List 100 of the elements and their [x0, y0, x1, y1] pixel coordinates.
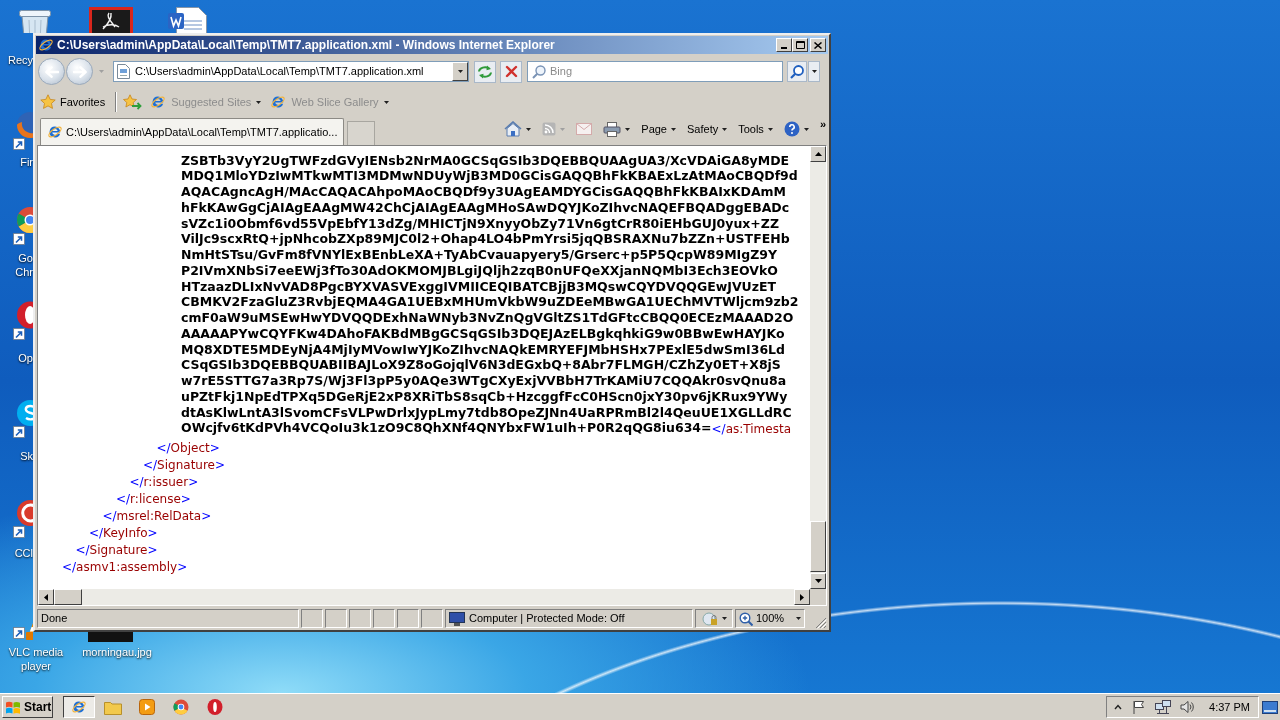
refresh-icon — [477, 64, 493, 79]
encoded-text-line: NmHtSTsu/GvFm8fVNYlExBEnbLeXA+TyAbCvauapyery5/Grserc+p5P5QcpW89MIgZ9Y — [181, 246, 777, 264]
help-icon — [783, 121, 800, 137]
browser-tab[interactable]: C:\Users\admin\AppData\Local\Temp\TMT7.applicatio... — [40, 118, 345, 145]
star-add-icon — [122, 94, 142, 110]
horizontal-scrollbar[interactable] — [38, 589, 810, 605]
screen-icon — [1262, 700, 1278, 714]
encoded-text-line: OWcjfv6tKdPVh4VCQoIu3k1zO9C8QhXNf4QNYbxFW1uIh+P0R2qQG8iu634= — [181, 420, 712, 438]
encoded-text-line: CSqGSIb3DQEBBQUABIIBAJLoX9Z8oGojqlV6N3dEGxbQ+8Abr7FLMGH/CZhZy0ET+X8jS — [181, 357, 781, 375]
e-logo-icon — [47, 124, 63, 140]
ring-logo-icon — [207, 699, 223, 715]
encoded-text-line: HTzaazDLIxNvVAD8PgcBYXVASVExggIVMIICEQIBATCBjjB3MQswCQYDVQQGEwJVUzET — [181, 278, 777, 296]
protected-mode-button[interactable] — [695, 609, 733, 628]
xml-closing-tag: </Signature> — [143, 456, 226, 474]
right-arrow-icon — [800, 593, 804, 601]
e-logo-icon — [71, 699, 87, 715]
address-field[interactable]: C:\Users\admin\AppData\Local\Temp\TMT7.application.xml — [113, 61, 469, 82]
search-field[interactable]: Bing — [527, 61, 783, 82]
status-panel — [421, 609, 443, 628]
menu-button[interactable]: Tools — [738, 119, 773, 139]
window-title: C:\Users\admin\AppData\Local\Temp\TMT7.application.xml - Windows Internet Explorer — [57, 37, 555, 54]
search-button[interactable] — [787, 61, 807, 82]
print-button[interactable] — [603, 119, 631, 139]
folder-icon — [104, 699, 122, 715]
scrollbar-corner — [810, 589, 826, 605]
e-logo-icon — [270, 94, 287, 110]
desktop-icon-label[interactable]: Fir — [20, 155, 33, 169]
encoded-text-line: dtAsKlwLntA3lSvomCFsVLPwDrlxJypLmy7tdb8OpeZJNn4UaRPRmBl2l4QeuUE1XGLLdRC — [181, 404, 792, 422]
star-icon — [40, 94, 56, 110]
scroll-right-button[interactable] — [794, 589, 810, 605]
home-icon — [504, 121, 523, 137]
close-icon — [814, 41, 822, 49]
e-logo-icon — [150, 94, 167, 110]
stop-button[interactable] — [500, 60, 522, 83]
status-panel — [325, 609, 347, 628]
vertical-scrollbar[interactable] — [810, 146, 826, 589]
more-commands-button[interactable]: » — [819, 119, 826, 130]
printer-icon — [603, 121, 622, 137]
scroll-up-button[interactable] — [810, 146, 826, 162]
encoded-text-line: sVZc1i0Obmf6vd55VpEbfY13dZg/MHICTjN9XnyyObZy71Vn6gtCrR80iEHbGUJ0yux+ZZ — [181, 215, 779, 233]
left-arrow-icon — [44, 593, 48, 601]
flag-icon[interactable] — [1132, 700, 1147, 714]
show-desktop-button[interactable] — [1262, 699, 1278, 715]
zoom-icon — [739, 611, 753, 626]
scrollbar-thumb[interactable] — [810, 521, 826, 572]
scroll-down-button[interactable] — [810, 573, 826, 589]
help-button[interactable] — [783, 119, 809, 139]
xml-closing-tag: </r:issuer> — [129, 473, 199, 491]
encoded-text-line: AAAAAPYwCQYFKw4DAhoFAKBdMBgGCSqGSIb3DQEJAzELBgkqhkiG9w0BBwEwHAYJKo — [181, 325, 785, 343]
xml-closing-tag: </msrel:RelData> — [102, 507, 212, 525]
right-arrow-icon — [72, 65, 87, 78]
caret-icon — [722, 127, 728, 131]
desktop-icon-label[interactable]: CCl — [14, 546, 33, 560]
network-icon[interactable] — [1155, 700, 1172, 714]
down-arrow-icon — [814, 579, 822, 583]
pdf-file-icon[interactable] — [89, 7, 133, 33]
menu-button[interactable]: Page — [641, 119, 676, 139]
search-icon — [532, 64, 546, 79]
encoded-text-line: hFkKAwGgCjAIAgEAAgMW42ChCjAIAgEAAgMHoSAwDQYJKoZIhvcNAQEFBQADggEBADc — [181, 199, 790, 217]
caret-icon — [721, 617, 727, 620]
caret-icon — [803, 127, 809, 131]
menu-button[interactable]: Safety — [687, 119, 728, 139]
close-button[interactable] — [810, 38, 826, 52]
zoom-button[interactable]: 100% — [735, 609, 805, 628]
status-panel — [373, 609, 395, 628]
encoded-text-line: MDQ1MloYDzIwMTkwMTI3MDMwNDUyWjB3MD0GCisGAQQBhFkKBAExLzAtMAoCBQDf9d — [181, 168, 798, 186]
address-dropdown-button[interactable] — [452, 62, 468, 81]
maximize-icon — [795, 41, 805, 49]
page-icon — [117, 64, 130, 79]
xml-closing-tag: </r:license> — [116, 490, 191, 508]
status-panel — [301, 609, 323, 628]
desktop-icon-label[interactable]: Go Chr — [11, 251, 33, 279]
desktop-icon-label[interactable]: Sk — [20, 449, 33, 463]
e-logo-icon — [38, 37, 54, 53]
start-button[interactable]: Start — [2, 696, 53, 718]
minimize-button[interactable] — [776, 38, 792, 52]
search-icon — [790, 64, 804, 79]
home-button[interactable] — [504, 119, 532, 139]
refresh-button[interactable] — [474, 60, 496, 83]
clock[interactable]: 4:37 PM — [1209, 698, 1250, 716]
search-options-button[interactable] — [808, 61, 820, 82]
scrollbar-thumb[interactable] — [54, 589, 82, 605]
up-arrow-icon — [814, 152, 822, 156]
favorites-button[interactable]: Favorites — [38, 91, 108, 113]
status-panel — [397, 609, 419, 628]
xml-closing-tag: </asmv1:assembly> — [62, 558, 188, 576]
caret-icon — [457, 70, 463, 73]
maximize-button[interactable] — [792, 38, 808, 52]
encoded-text-line: VilJc9scxRtQ+jpNhcobZXp89MJC0l2+Ohap4LO4bPmYrsi5jqQBSRAXNu7bZZn+USTFEHb — [181, 231, 790, 249]
monitor-icon — [449, 611, 465, 626]
desktop-icon-label[interactable]: Op — [18, 351, 33, 365]
desktop-icon-label[interactable]: Recy — [7, 53, 33, 67]
feed-icon — [542, 122, 557, 136]
caret-icon — [625, 127, 631, 131]
e-logo-taskbar-button[interactable] — [63, 696, 95, 718]
xml-closing-tag: </as:Timesta — [711, 419, 791, 438]
tricolor-logo-icon — [173, 699, 189, 715]
scroll-left-button[interactable] — [38, 589, 54, 605]
encoded-text-line: ZSBTb3VyY2UgTWFzdGVyIENsb2NrMA0GCSqGSIb3DQEBBQUAAgUA3/XcVDAiGA8yMDE — [181, 151, 790, 170]
speaker-icon[interactable] — [1180, 700, 1195, 714]
